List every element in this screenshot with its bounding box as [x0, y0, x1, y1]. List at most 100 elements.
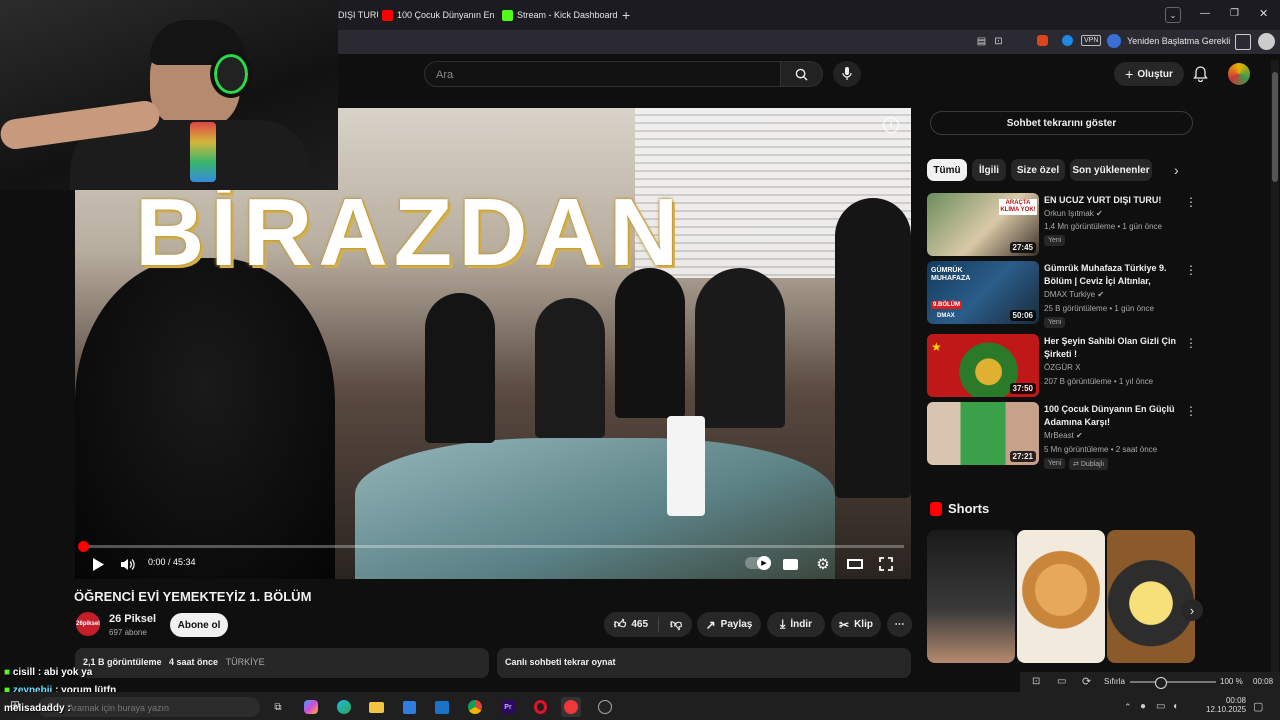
like-button[interactable]: 👍︎ 465 [614, 617, 660, 632]
create-button[interactable]: + Oluştur [1114, 62, 1184, 86]
tab-kick-dashboard[interactable]: Stream - Kick Dashboard [502, 5, 618, 25]
short-thumbnail[interactable] [1017, 530, 1105, 663]
channel-name[interactable]: Orkun Işıtmak ✔ [1044, 209, 1103, 218]
video-thumbnail[interactable]: ★ 37:50 [927, 334, 1039, 397]
new-tab-button[interactable]: + [622, 7, 630, 23]
short-thumbnail[interactable] [927, 530, 1015, 663]
video-title[interactable]: Gümrük Muhafaza Türkiye 9. Bölüm | Ceviz… [1044, 262, 1179, 288]
short-thumbnail[interactable] [1107, 530, 1195, 663]
chip-all[interactable]: Tümü [927, 159, 967, 181]
voice-search-button[interactable] [833, 61, 861, 87]
play-button[interactable] [90, 555, 106, 573]
kebab-menu-icon[interactable]: ⋮ [1185, 195, 1197, 209]
subtitles-button[interactable] [781, 555, 799, 573]
related-video[interactable]: 27:21 100 Çocuk Dünyanın En Güçlü Adamın… [927, 402, 1197, 470]
reset-label[interactable]: Sıfırla [1104, 677, 1125, 686]
pip-icon[interactable]: ▭ [1057, 676, 1066, 687]
sidebar-toggle-icon[interactable] [1235, 34, 1251, 50]
tab-yurt-disi[interactable]: DIŞI TURU! [338, 5, 378, 25]
restart-required-label[interactable]: Yeniden Başlatma Gerekli [1127, 36, 1230, 46]
dislike-button[interactable]: 👎︎ [664, 617, 682, 632]
search-input[interactable] [434, 62, 738, 88]
edge-icon[interactable] [334, 697, 354, 717]
autoplay-toggle[interactable]: ▶ [745, 556, 771, 570]
outlook-icon[interactable] [432, 697, 452, 717]
video-thumbnail[interactable]: 27:21 [927, 402, 1039, 465]
subscribe-button[interactable]: Abone ol [170, 613, 228, 637]
notification-center-icon[interactable]: ▢ [1253, 700, 1263, 713]
volume-button[interactable] [120, 555, 136, 573]
video-title[interactable]: Her Şeyin Sahibi Olan Gizli Çin Şirketi … [1044, 335, 1179, 361]
volume-slider[interactable] [1130, 677, 1216, 689]
minimize-icon[interactable]: — [1200, 8, 1210, 19]
kebab-menu-icon[interactable]: ⋮ [1185, 404, 1197, 418]
share-button[interactable]: ↗ Paylaş [697, 612, 761, 637]
chip-for-you[interactable]: Size özel [1011, 159, 1065, 181]
related-video[interactable]: GÜMRÜK MUHAFAZA 9.BÖLÜM DMAX 50:06 Gümrü… [927, 261, 1197, 328]
chip-related[interactable]: İlgili [972, 159, 1006, 181]
chrome-icon[interactable] [465, 697, 485, 717]
channel-name[interactable]: DMAX Turkiye ✔ [1044, 290, 1104, 299]
scrollbar-thumb[interactable] [1272, 72, 1278, 182]
kebab-menu-icon[interactable]: ⋮ [1185, 336, 1197, 350]
file-explorer-icon[interactable] [366, 697, 386, 717]
channel-avatar[interactable]: 26piksel [76, 612, 100, 636]
vpn-badge[interactable]: VPN [1081, 35, 1102, 46]
theater-mode-button[interactable] [845, 555, 865, 573]
download-button[interactable]: ⤓ İndir [767, 612, 825, 637]
info-icon[interactable]: i [883, 117, 899, 133]
progress-bar[interactable] [82, 545, 904, 548]
video-title[interactable]: EN UCUZ YURT DIŞI TURU! [1044, 194, 1179, 207]
vivaldi-icon[interactable] [561, 697, 581, 717]
maximize-icon[interactable]: ❐ [1230, 8, 1239, 19]
speaker-icon[interactable]: ◖ [1172, 701, 1178, 712]
related-video[interactable]: ARAÇTA KLİMA YOK! 27:45 EN UCUZ YURT DIŞ… [927, 193, 1197, 257]
volume-slider-knob[interactable] [1155, 677, 1167, 689]
shorts-next-button[interactable]: › [1181, 599, 1203, 621]
profile-sync-icon[interactable] [1107, 34, 1121, 48]
channel-name[interactable]: 26 Piksel [109, 613, 156, 625]
notifications-bell-icon[interactable] [1193, 66, 1208, 87]
settings-button[interactable]: ⚙ [814, 555, 832, 573]
account-avatar[interactable] [1258, 33, 1275, 50]
task-view-icon[interactable]: ⧉ [268, 697, 288, 717]
premiere-icon[interactable]: Pr [498, 697, 518, 717]
sync-icon[interactable]: ⟳ [1082, 675, 1091, 688]
mic-tray-icon[interactable]: ● [1140, 701, 1146, 712]
tray-chevron-icon[interactable]: ⌃ [1124, 702, 1132, 713]
taskbar-search-input[interactable] [66, 697, 250, 719]
scrubber-handle[interactable] [78, 541, 89, 552]
taskbar-search[interactable]: ⌕ [38, 697, 260, 719]
reader-icon[interactable]: ▤ [975, 35, 988, 48]
video-title[interactable]: 100 Çocuk Dünyanın En Güçlü Adamına Karş… [1044, 403, 1179, 429]
network-icon[interactable]: ▭ [1156, 701, 1165, 712]
kebab-menu-icon[interactable]: ⋮ [1185, 263, 1197, 277]
tab-list-chevron-icon[interactable]: ⌄ [1165, 7, 1181, 23]
search-button[interactable] [781, 61, 823, 87]
video-thumbnail[interactable]: GÜMRÜK MUHAFAZA 9.BÖLÜM DMAX 50:06 [927, 261, 1039, 324]
clip-button[interactable]: ✂ Klip [831, 612, 881, 637]
channel-name[interactable]: ÖZGÜR X [1044, 363, 1080, 372]
search-box[interactable] [424, 61, 781, 88]
store-icon[interactable] [399, 697, 419, 717]
more-actions-button[interactable]: ⋯ [887, 612, 912, 637]
extension-icon[interactable] [1037, 35, 1048, 46]
chip-recent[interactable]: Son yüklenenler [1070, 159, 1152, 181]
bookmark-icon[interactable]: ⊡ [992, 35, 1005, 48]
clock[interactable]: 00:08 12.10.2025 [1206, 696, 1246, 714]
user-avatar[interactable] [1228, 63, 1250, 85]
tab-100-cocuk[interactable]: 100 Çocuk Dünyanın En Gü [382, 5, 494, 25]
copilot-icon[interactable] [301, 697, 321, 717]
channel-name[interactable]: MrBeast ✔ [1044, 431, 1083, 440]
fullscreen-button[interactable] [877, 555, 895, 573]
extension-icon-2[interactable] [1062, 35, 1073, 46]
show-chat-replay-button[interactable]: Sohbet tekrarını göster [930, 111, 1193, 135]
chevron-right-icon[interactable]: › [1174, 162, 1179, 178]
related-video[interactable]: ★ 37:50 Her Şeyin Sahibi Olan Gizli Çin … [927, 334, 1197, 398]
opera-icon[interactable] [530, 697, 550, 717]
obs-icon[interactable] [595, 697, 615, 717]
page-scrollbar[interactable] [1271, 60, 1279, 672]
close-icon[interactable]: ✕ [1259, 7, 1268, 20]
video-thumbnail[interactable]: ARAÇTA KLİMA YOK! 27:45 [927, 193, 1039, 256]
screenshot-icon[interactable]: ⊡ [1032, 676, 1040, 687]
